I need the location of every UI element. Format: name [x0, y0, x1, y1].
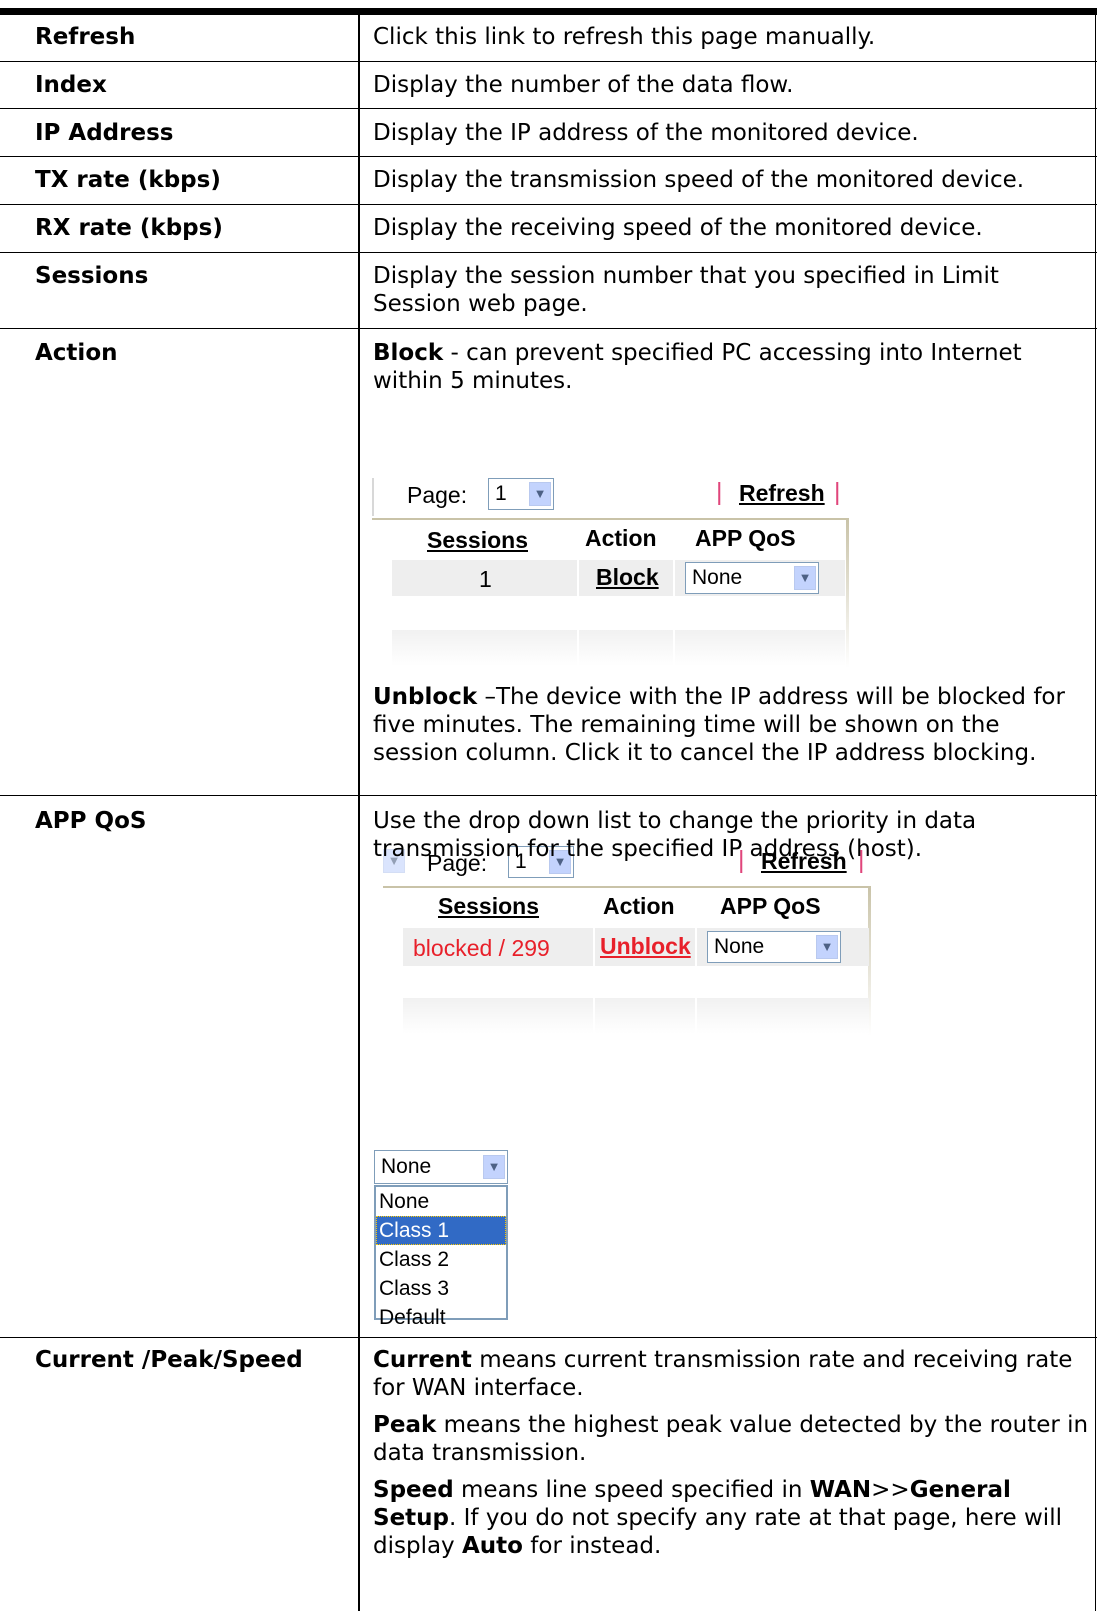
row-desc-refresh: Click this link to refresh this page man… [373, 24, 876, 50]
qos-dropdown-value: None [381, 1155, 432, 1178]
qos-option-class-3[interactable]: Class 3 [376, 1274, 506, 1303]
row-label-index: Index [35, 72, 107, 98]
row-label-action: Action [35, 340, 118, 366]
action-block-desc: Block - can prevent specified PC accessi… [373, 339, 1063, 395]
peak-text: means the highest peak value detected by… [373, 1412, 1089, 1466]
block-term: Block [373, 340, 444, 366]
unblock-term: Unblock [373, 684, 478, 710]
row-separator [0, 204, 1097, 205]
row-separator [0, 61, 1097, 62]
block-text: - can prevent specified PC accessing int… [373, 340, 1022, 394]
qos-select-value: None [692, 566, 743, 589]
page-label: Page: [407, 482, 468, 508]
row-desc-rx-rate: Display the receiving speed of the monit… [373, 215, 983, 241]
current-term: Current [373, 1347, 472, 1373]
row-desc-ip-address: Display the IP address of the monitored … [373, 120, 919, 146]
row-separator [0, 328, 1097, 329]
qos-select[interactable]: None ▼ [707, 931, 841, 963]
row-separator [0, 795, 1097, 796]
chevron-down-icon: ▼ [483, 1155, 505, 1179]
block-screenshot: Page: 1 ▼ | Refresh | Sessions Action AP… [372, 470, 852, 670]
block-link[interactable]: Block [596, 564, 659, 591]
speed-text-3: for instead. [522, 1533, 662, 1559]
app-qos-header: APP QoS [695, 525, 796, 551]
peak-term: Peak [373, 1412, 437, 1438]
action-header: Action [603, 893, 675, 919]
unblock-screenshot: ▼ Page: 1 ▼ | Refresh | Sessions Action … [383, 838, 883, 1038]
row-label-sessions: Sessions [35, 263, 149, 289]
row-desc-index: Display the number of the data flow. [373, 72, 794, 98]
row-desc-app-qos: Use the drop down list to change the pri… [373, 808, 977, 862]
action-unblock-desc: Unblock –The device with the IP address … [373, 683, 1091, 767]
qos-option-class-1[interactable]: Class 1 [376, 1216, 506, 1245]
cps-peak-desc: Peak means the highest peak value detect… [373, 1411, 1089, 1467]
qos-select[interactable]: None ▼ [685, 562, 819, 594]
table-top-border [0, 8, 1097, 15]
row-label-ip-address: IP Address [35, 120, 174, 146]
action-header: Action [585, 525, 657, 551]
pipe-separator: | [716, 478, 723, 506]
row-label-rx-rate: RX rate (kbps) [35, 215, 223, 241]
unblock-text: –The device with the IP address will be … [373, 684, 1065, 766]
row-desc-tx-rate: Display the transmission speed of the mo… [373, 167, 1025, 193]
chevron-down-icon: ▼ [529, 482, 551, 506]
refresh-link[interactable]: Refresh [739, 480, 825, 507]
table-right-border [1095, 15, 1096, 1611]
row-separator [0, 1337, 1097, 1338]
speed-menu-separator: >> [871, 1477, 910, 1503]
row-label-refresh: Refresh [35, 24, 136, 50]
auto-term: Auto [461, 1533, 523, 1559]
row-label-current-peak-speed: Current /Peak/Speed [35, 1347, 303, 1373]
page-select[interactable]: 1 ▼ [488, 478, 554, 510]
sessions-value: 1 [479, 566, 492, 592]
row-desc-sessions: Display the session number that you spec… [373, 263, 999, 317]
qos-option-default[interactable]: Default [376, 1303, 506, 1332]
cps-speed-desc: Speed means line speed specified in WAN>… [373, 1476, 1089, 1560]
row-separator [0, 252, 1097, 253]
speed-text-1: means line speed specified in [453, 1477, 810, 1503]
row-separator [0, 108, 1097, 109]
row-label-tx-rate: TX rate (kbps) [35, 167, 221, 193]
speed-term: Speed [373, 1477, 454, 1503]
qos-option-class-2[interactable]: Class 2 [376, 1245, 506, 1274]
page-select-value: 1 [495, 482, 507, 505]
cps-current-desc: Current means current transmission rate … [373, 1346, 1089, 1402]
row-separator [0, 156, 1097, 157]
sessions-value: blocked / 299 [413, 935, 550, 961]
chevron-down-icon: ▼ [816, 935, 838, 959]
current-text: means current transmission rate and rece… [373, 1347, 1073, 1401]
table-column-divider [358, 15, 360, 1611]
qos-dropdown-list: None Class 1 Class 2 Class 3 Default [374, 1185, 508, 1329]
pipe-separator: | [834, 478, 841, 506]
speed-menu-wan: WAN [809, 1477, 872, 1503]
sessions-header[interactable]: Sessions [438, 893, 539, 920]
qos-select-value: None [714, 935, 765, 958]
qos-option-none[interactable]: None [376, 1187, 506, 1216]
qos-dropdown-select[interactable]: None ▼ [374, 1150, 508, 1184]
row-label-app-qos: APP QoS [35, 808, 147, 834]
app-qos-header: APP QoS [720, 893, 821, 919]
unblock-link[interactable]: Unblock [600, 933, 691, 960]
chevron-down-icon: ▼ [794, 566, 816, 590]
sessions-header[interactable]: Sessions [427, 527, 528, 554]
